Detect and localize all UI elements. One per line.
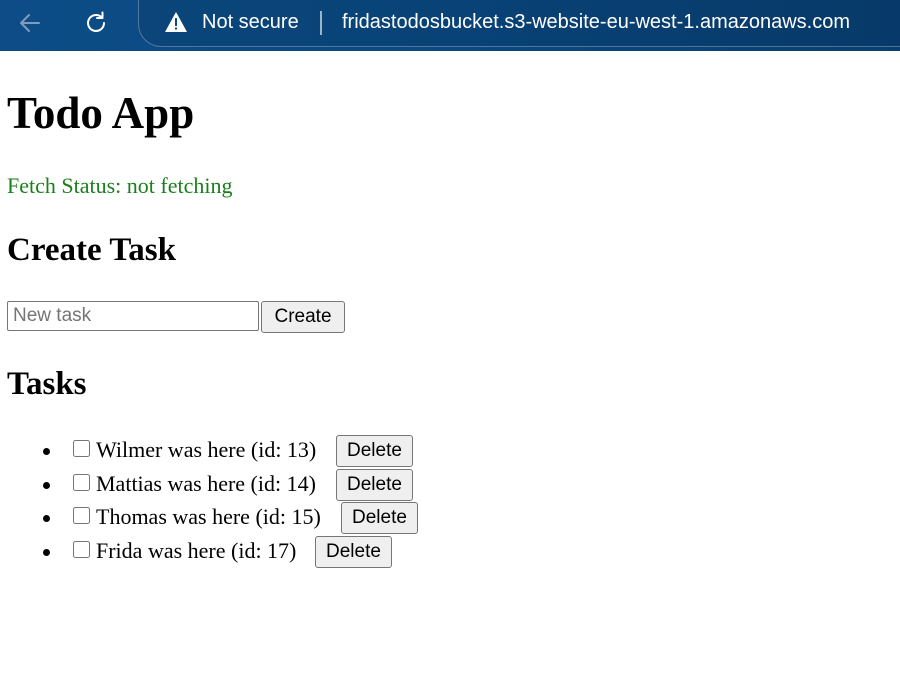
- tasks-heading: Tasks: [7, 366, 87, 402]
- task-text: Mattias was here (id: 14): [96, 470, 316, 496]
- browser-toolbar: Not secure fridastodosbucket.s3-website-…: [0, 0, 900, 51]
- delete-button[interactable]: Delete: [315, 535, 392, 568]
- page-title: Todo App: [7, 88, 195, 138]
- task-text: Frida was here (id: 17): [96, 537, 297, 563]
- task-text: Wilmer was here (id: 13): [96, 437, 317, 462]
- delete-button[interactable]: Delete: [336, 468, 413, 501]
- bullet: [43, 548, 50, 556]
- delete-button[interactable]: Delete: [336, 435, 413, 467]
- bullet: [43, 481, 50, 489]
- refresh-icon: [87, 11, 105, 32]
- fetch-status: Fetch Status: not fetching: [7, 173, 233, 198]
- create-task-heading: Create Task: [7, 232, 176, 268]
- task-text: Thomas was here (id: 15): [96, 504, 321, 529]
- create-button[interactable]: Create: [261, 301, 345, 333]
- task-checkbox[interactable]: [73, 440, 90, 457]
- delete-button[interactable]: Delete: [341, 502, 418, 534]
- url-text[interactable]: fridastodosbucket.s3-website-eu-west-1.a…: [342, 11, 850, 34]
- address-divider: [320, 11, 322, 35]
- task-checkbox[interactable]: [73, 473, 90, 491]
- address-bar[interactable]: Not secure fridastodosbucket.s3-website-…: [138, 0, 900, 47]
- refresh-button[interactable]: [80, 7, 112, 39]
- task-checkbox[interactable]: [73, 540, 90, 558]
- task-checkbox[interactable]: [73, 507, 90, 524]
- bullet: [43, 515, 50, 522]
- security-label[interactable]: Not secure: [202, 11, 299, 34]
- warning-icon[interactable]: [164, 11, 188, 33]
- back-button[interactable]: [14, 7, 46, 39]
- back-arrow-icon: [20, 14, 40, 32]
- bullet: [43, 448, 50, 455]
- new-task-input[interactable]: [7, 301, 259, 331]
